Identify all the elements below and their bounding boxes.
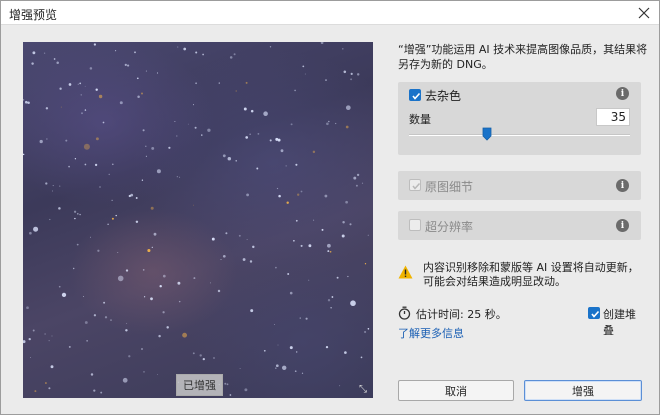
- amount-label: 数量: [409, 113, 431, 126]
- preview-image[interactable]: 已增强 ⤡: [23, 42, 373, 398]
- dialog-title: 增强预览: [9, 8, 58, 22]
- checkmark-icon: [591, 310, 600, 318]
- description-text: “增强”功能运用 AI 技术来提高图像品质，其结果将另存为新的 DNG。: [398, 43, 648, 71]
- raw-detail-label: 原图细节: [425, 180, 474, 194]
- cancel-button[interactable]: 取消: [398, 380, 514, 401]
- estimate-row: 估计时间: 25 秒。 创建堆叠: [398, 305, 643, 337]
- raw-detail-panel: 原图细节 i: [398, 171, 641, 200]
- warning-text: 内容识别移除和蒙版等 AI 设置将自动更新，可能会对结果造成明显改动。: [423, 261, 639, 288]
- estimated-time: 估计时间: 25 秒。: [416, 308, 507, 321]
- denoise-panel: 去杂色 i 数量 35: [398, 82, 641, 155]
- resize-handle-icon[interactable]: ⤡: [359, 384, 367, 395]
- close-icon: [638, 7, 650, 19]
- amount-slider-thumb[interactable]: [482, 127, 492, 141]
- super-resolution-panel: 超分辨率 i: [398, 211, 641, 240]
- stopwatch-icon: [398, 306, 411, 320]
- create-stack-checkbox[interactable]: [588, 307, 600, 319]
- learn-more-link[interactable]: 了解更多信息: [398, 325, 464, 341]
- starfield-image: [23, 42, 370, 396]
- dialog-content: 已增强 ⤡ “增强”功能运用 AI 技术来提高图像品质，其结果将另存为新的 DN…: [1, 25, 659, 414]
- amount-slider-track[interactable]: [409, 134, 630, 136]
- title-bar: 增强预览: [1, 1, 659, 25]
- info-icon[interactable]: i: [616, 179, 629, 192]
- super-resolution-label: 超分辨率: [425, 220, 474, 234]
- super-resolution-checkbox[interactable]: [409, 219, 421, 231]
- enhance-button[interactable]: 增强: [524, 380, 642, 401]
- denoise-checkbox[interactable]: [409, 89, 421, 101]
- checkmark-icon: [412, 92, 421, 100]
- enhanced-badge[interactable]: 已增强: [176, 374, 223, 396]
- info-icon[interactable]: i: [616, 219, 629, 232]
- checkmark-icon: [412, 182, 421, 190]
- enhance-preview-dialog: 增强预览 已增强 ⤡ “增强”功能运用 AI 技术来提高图像品质，其结果将另存为…: [0, 0, 660, 415]
- warning-icon: [398, 265, 413, 279]
- amount-input[interactable]: 35: [596, 108, 630, 126]
- info-icon[interactable]: i: [616, 87, 629, 100]
- raw-detail-checkbox[interactable]: [409, 179, 421, 191]
- denoise-label: 去杂色: [425, 89, 462, 103]
- create-stack-label: 创建堆叠: [603, 308, 636, 337]
- close-button[interactable]: [635, 4, 653, 22]
